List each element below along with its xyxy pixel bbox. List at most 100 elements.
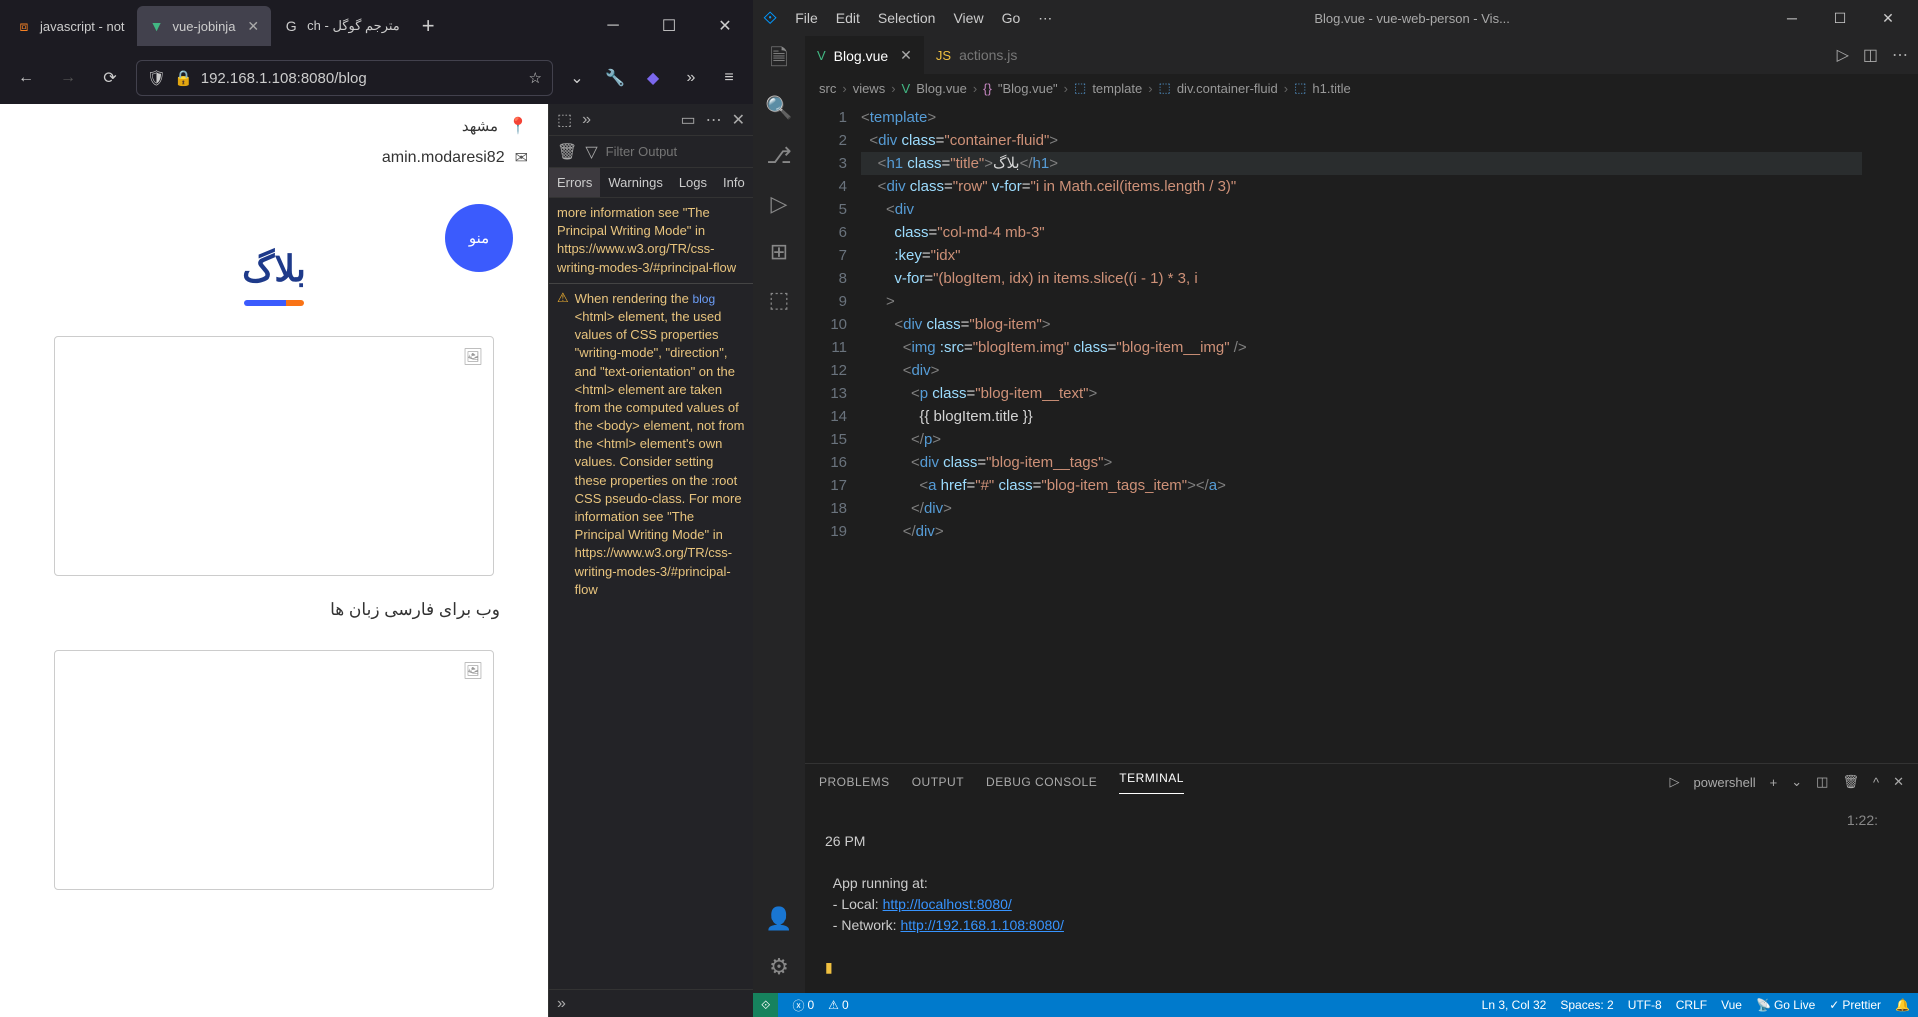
maximize-icon[interactable]: ☐ [645,10,693,42]
close-icon[interactable]: ✕ [701,10,749,42]
terminal-tab[interactable]: TERMINAL [1119,771,1184,794]
browser-tab-1[interactable]: ▼ vue-jobinja ✕ [137,6,272,46]
device-icon[interactable]: ▭ [680,110,695,130]
new-tab-button[interactable]: + [412,13,445,39]
wrench-icon[interactable]: 🔧 [601,64,629,92]
terminal-link[interactable]: http://localhost:8080/ [883,896,1012,912]
activity-bar: 🗎 🔍 ⎇ ▷ ⊞ ⬚ 👤 ⚙ [753,36,805,993]
reload-button[interactable]: ⟳ [94,62,126,94]
maximize-icon[interactable]: ☐ [1820,4,1860,32]
menu-file[interactable]: File [795,10,818,26]
split-icon[interactable]: ◫ [1863,45,1878,65]
bc-item[interactable]: div.container-fluid [1177,81,1278,96]
eol[interactable]: CRLF [1676,998,1707,1012]
trash-icon[interactable]: 🗑 [557,142,577,162]
debug-console-tab[interactable]: DEBUG CONSOLE [986,775,1097,789]
stackoverflow-icon: ⧈ [16,18,32,34]
remote-indicator[interactable]: ⟐ [753,993,778,1017]
editor-body[interactable]: 12345678910111213141516171819 <template>… [805,102,1918,763]
warnings-count[interactable]: ⚠ 0 [828,998,848,1012]
terminal-content[interactable]: 1:22: 26 PM App running at: - Local: htt… [805,800,1918,993]
chevron-right-icon[interactable]: » [582,111,591,129]
indent-info[interactable]: Spaces: 2 [1560,998,1613,1012]
editor-tab-actions[interactable]: JS actions.js [924,36,1030,74]
menu-selection[interactable]: Selection [878,10,936,26]
inspect-icon[interactable]: ⬚ [557,110,572,130]
more-icon[interactable]: ⋯ [706,110,722,130]
menu-icon[interactable]: ≡ [715,64,743,92]
bc-item[interactable]: template [1092,81,1142,96]
remote-icon[interactable]: ⬚ [765,286,793,314]
location-icon: 📍 [508,116,528,136]
cursor-position[interactable]: Ln 3, Col 32 [1482,998,1547,1012]
prettier[interactable]: ✓ Prettier [1829,998,1881,1012]
problems-tab[interactable]: PROBLEMS [819,775,890,789]
bc-item[interactable]: Blog.vue [916,81,967,96]
browser-tab-0[interactable]: ⧈ javascript - not [4,6,137,46]
split-icon[interactable]: ◫ [1816,774,1828,790]
chevron-right-icon[interactable]: » [557,995,566,1013]
blog-card[interactable]: 🖼 [54,650,494,890]
user-email: amin.modaresi82 [382,149,505,167]
close-icon[interactable]: ✕ [247,18,259,35]
trash-icon[interactable]: 🗑 [1842,774,1859,790]
minimize-icon[interactable]: ─ [1772,4,1812,32]
output-tab[interactable]: OUTPUT [912,775,964,789]
browser-tab-2[interactable]: G ch - مترجم گوگل [271,6,412,46]
filter-input[interactable] [606,144,753,159]
close-icon[interactable]: ✕ [1893,774,1904,790]
chevron-right-icon[interactable]: » [677,64,705,92]
breadcrumb[interactable]: src› views› VBlog.vue› {}"Blog.vue"› ⬚te… [805,74,1918,102]
close-icon[interactable]: ✕ [1868,4,1908,32]
errors-count[interactable]: ⓧ 0 [792,997,814,1014]
close-icon[interactable]: ✕ [732,110,745,130]
minimize-icon[interactable]: ─ [589,10,637,42]
bookmark-icon[interactable]: ☆ [529,69,542,87]
search-icon[interactable]: 🔍 [765,94,793,122]
console-source-link[interactable]: blog [692,292,715,306]
notifications-icon[interactable]: 🔔 [1895,998,1910,1012]
close-icon[interactable]: ✕ [900,47,912,64]
language-mode[interactable]: Vue [1721,998,1742,1012]
blog-card[interactable]: 🖼 [54,336,494,576]
settings-icon[interactable]: ⚙ [765,953,793,981]
bc-item[interactable]: h1.title [1312,81,1350,96]
encoding[interactable]: UTF-8 [1628,998,1662,1012]
bc-item[interactable]: views [853,81,886,96]
chevron-up-icon[interactable]: ^ [1873,775,1879,790]
run-icon[interactable]: ▷ [1837,45,1849,65]
editor-tab-blog[interactable]: V Blog.vue ✕ [805,36,924,74]
bc-item[interactable]: src [819,81,836,96]
more-icon[interactable]: ⋯ [1892,45,1908,65]
menu-edit[interactable]: Edit [836,10,860,26]
warnings-tab[interactable]: Warnings [600,168,670,197]
shell-name[interactable]: powershell [1694,775,1756,790]
menu-more[interactable]: ⋯ [1038,10,1052,27]
minimap[interactable] [1862,102,1918,763]
menu-go[interactable]: Go [1002,10,1021,26]
filter-icon: ▽ [585,142,597,162]
debug-icon[interactable]: ▷ [765,190,793,218]
explorer-icon[interactable]: 🗎 [765,46,793,74]
forward-button[interactable]: → [52,62,84,94]
editor-tabs: V Blog.vue ✕ JS actions.js ▷ ◫ ⋯ [805,36,1918,74]
url-bar[interactable]: 🛡 🔒 192.168.1.108:8080/blog ☆ [136,60,553,96]
info-tab[interactable]: Info [715,168,753,197]
menu-view[interactable]: View [953,10,983,26]
dropdown-icon[interactable]: ⌄ [1791,774,1802,790]
logs-tab[interactable]: Logs [671,168,715,197]
add-terminal-icon[interactable]: + [1770,775,1778,790]
pocket-icon[interactable]: ⌄ [563,64,591,92]
bc-item[interactable]: "Blog.vue" [998,81,1058,96]
diamond-icon[interactable]: ◆ [639,64,667,92]
code-content[interactable]: <template> <div class="container-fluid">… [861,102,1862,763]
back-button[interactable]: ← [10,62,42,94]
source-control-icon[interactable]: ⎇ [765,142,793,170]
menu-button[interactable]: منو [445,204,513,272]
go-live[interactable]: 📡 Go Live [1756,998,1815,1012]
terminal-link[interactable]: http://192.168.1.108:8080/ [900,917,1063,933]
account-icon[interactable]: 👤 [765,905,793,933]
extensions-icon[interactable]: ⊞ [765,238,793,266]
vue-icon: V [817,48,826,63]
errors-tab[interactable]: Errors [549,168,600,197]
